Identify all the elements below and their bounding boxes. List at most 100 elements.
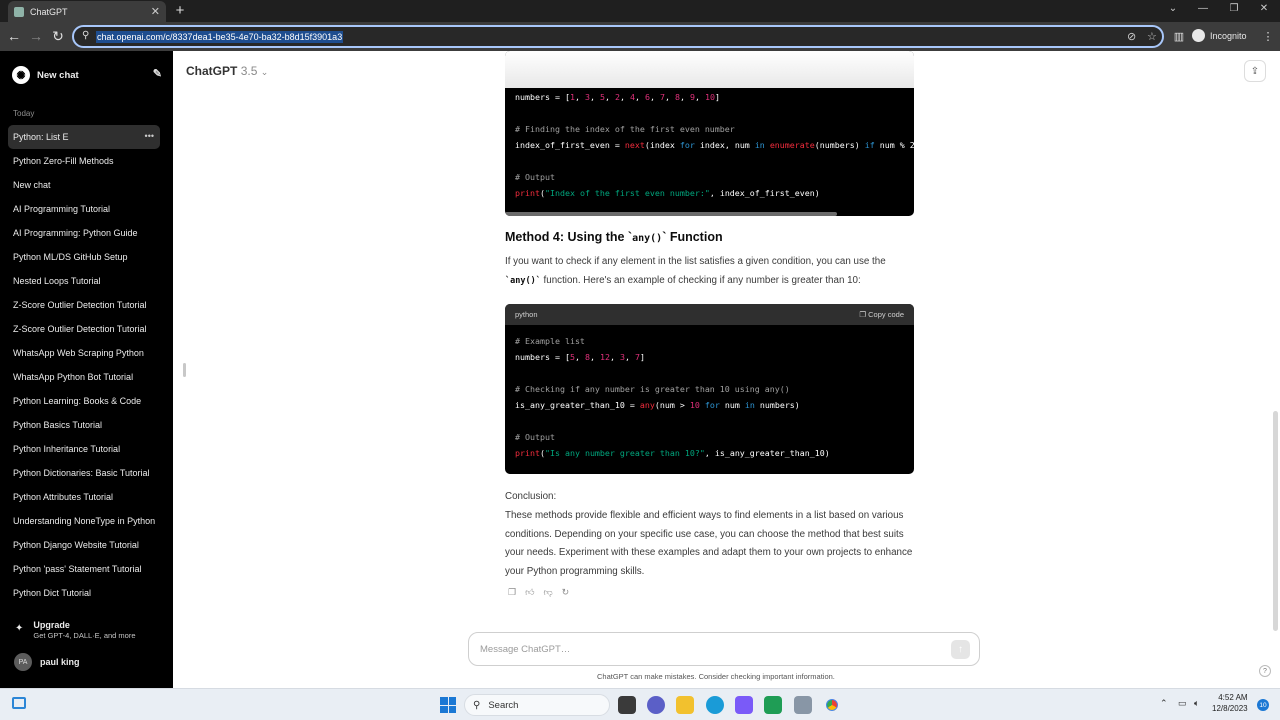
message-input[interactable]: Message ChatGPT…	[480, 644, 570, 655]
sidebar-item[interactable]: WhatsApp Web Scraping Python	[8, 341, 160, 365]
sidebar-item-active[interactable]: Python: List E •••	[8, 125, 160, 149]
message-composer[interactable]: Message ChatGPT… ↑	[468, 632, 980, 666]
network-app-icon[interactable]	[794, 696, 812, 714]
sidebar-item[interactable]: Python ML/DS GitHub Setup	[8, 245, 160, 269]
share-icon[interactable]: ⇪	[1244, 60, 1266, 82]
sidebar-item-label: Z-Score Outlier Detection Tutorial	[13, 324, 147, 334]
sidebar-item[interactable]: Python Dictionaries: Basic Tutorial	[8, 461, 160, 485]
address-bar[interactable]: ⚲ chat.openai.com/c/8337dea1-be35-4e70-b…	[72, 25, 1164, 48]
sidebar-item-label: AI Programming: Python Guide	[13, 228, 138, 238]
sidebar-item[interactable]: Understanding NoneType in Python	[8, 509, 160, 533]
heading-suffix: ` Function	[662, 230, 723, 244]
bookmark-star-icon[interactable]: ☆	[1147, 30, 1157, 43]
sidebar-item[interactable]: Python 'pass' Statement Tutorial	[8, 557, 160, 581]
chat-app-icon[interactable]	[647, 696, 665, 714]
disclaimer-text: ChatGPT can make mistakes. Consider chec…	[597, 672, 835, 681]
new-tab-button[interactable]: +	[172, 2, 188, 19]
upgrade-button[interactable]: ✦ Upgrade Get GPT-4, DALL·E, and more	[15, 620, 136, 640]
start-button[interactable]	[440, 697, 456, 713]
send-button[interactable]: ↑	[951, 640, 970, 659]
chatgpt-favicon-icon	[14, 6, 24, 17]
sidebar-item[interactable]: Z-Score Outlier Detection Tutorial	[8, 317, 160, 341]
chevron-down-icon: ⌄	[260, 67, 269, 77]
sidebar-item[interactable]: WhatsApp Python Bot Tutorial	[8, 365, 160, 389]
browser-tab[interactable]: ChatGPT ✕	[8, 1, 166, 22]
sidebar-item[interactable]: Python Basics Tutorial	[8, 413, 160, 437]
sparkle-icon: ✦	[15, 623, 24, 634]
taskbar-search[interactable]: ⚲ Search	[464, 694, 610, 716]
thumbs-up-icon[interactable]: 👍︎	[525, 587, 534, 598]
upgrade-subtitle: Get GPT-4, DALL·E, and more	[33, 631, 136, 640]
method4-description: If you want to check if any element in t…	[505, 253, 917, 290]
tray-chevron-icon[interactable]: ⌃	[1160, 698, 1168, 709]
browser-menu-icon[interactable]: ⋮	[1260, 30, 1276, 43]
app-icon[interactable]	[735, 696, 753, 714]
code-language: python	[515, 310, 538, 319]
close-tab-icon[interactable]: ✕	[151, 5, 160, 18]
code-block-any: python ❐ Copy code # Example list number…	[505, 304, 914, 474]
sidebar-item[interactable]: AI Programming Tutorial	[8, 197, 160, 221]
thumbs-down-icon[interactable]: 👎︎	[543, 587, 552, 598]
more-options-icon[interactable]: •••	[145, 131, 154, 141]
sidebar-item[interactable]: Python Attributes Tutorial	[8, 485, 160, 509]
sidebar-item[interactable]: Z-Score Outlier Detection Tutorial	[8, 293, 160, 317]
tab-search-icon[interactable]: ⌄	[1166, 3, 1180, 14]
sidebar-item[interactable]: AI Programming: Python Guide	[8, 221, 160, 245]
copy-code-button[interactable]: ❐ Copy code	[859, 310, 904, 319]
side-panel-icon[interactable]: ▥	[1171, 30, 1187, 43]
para-text-b: function. Here's an example of checking …	[540, 274, 861, 286]
sidebar-item[interactable]: Python Dict Tutorial	[8, 581, 160, 605]
horizontal-scrollbar[interactable]	[505, 212, 837, 216]
sidebar-item-label: Z-Score Outlier Detection Tutorial	[13, 300, 147, 310]
sidebar-item[interactable]: Python Learning: Books & Code	[8, 389, 160, 413]
model-selector[interactable]: ChatGPT 3.5 ⌄	[186, 64, 268, 78]
site-info-icon[interactable]: ⚲	[82, 30, 89, 41]
minimize-button[interactable]: —	[1196, 3, 1210, 14]
code-content: numbers = [1, 3, 5, 2, 4, 6, 7, 8, 9, 10…	[515, 92, 914, 198]
sidebar-item[interactable]: Nested Loops Tutorial	[8, 269, 160, 293]
tab-title: ChatGPT	[30, 6, 68, 17]
sidebar-item-label: Python Basics Tutorial	[13, 420, 103, 430]
sidebar-item-label: Python Zero-Fill Methods	[13, 156, 114, 166]
taskbar-clock[interactable]: 4:52 AM 12/8/2023	[1212, 692, 1248, 714]
task-view-icon[interactable]	[618, 696, 636, 714]
forward-icon[interactable]: →	[28, 28, 44, 44]
new-chat-button[interactable]: ✺ New chat ✎	[12, 65, 162, 85]
file-explorer-icon[interactable]	[676, 696, 694, 714]
openai-logo-icon: ✺	[12, 66, 30, 84]
conclusion-label: Conclusion:	[505, 491, 557, 502]
model-name: ChatGPT	[186, 64, 238, 78]
sidebar-resize-handle[interactable]	[183, 363, 186, 377]
sidebar-item[interactable]: Python Django Website Tutorial	[8, 533, 160, 557]
incognito-icon	[1192, 29, 1205, 42]
maximize-button[interactable]: ❐	[1227, 3, 1241, 14]
regenerate-icon[interactable]: ↻	[562, 587, 570, 598]
sidebar-item[interactable]: New chat	[8, 173, 160, 197]
network-icon[interactable]: ▭	[1178, 698, 1187, 709]
close-window-button[interactable]: ✕	[1257, 3, 1271, 14]
sidebar-item-label: Python Dictionaries: Basic Tutorial	[13, 468, 150, 478]
chrome-icon[interactable]	[823, 696, 841, 714]
spreadsheet-app-icon[interactable]	[764, 696, 782, 714]
edge-icon[interactable]	[706, 696, 724, 714]
sidebar-item-label: Nested Loops Tutorial	[13, 276, 101, 286]
model-version: 3.5	[240, 64, 258, 78]
new-chat-label: New chat	[37, 69, 79, 81]
widgets-icon[interactable]	[12, 697, 26, 709]
user-menu[interactable]: PA paul king	[14, 653, 80, 671]
sidebar-item[interactable]: Python Zero-Fill Methods	[8, 149, 160, 173]
edit-icon[interactable]: ✎	[153, 67, 162, 80]
incognito-eye-icon[interactable]: ⊘	[1127, 30, 1136, 43]
vertical-scrollbar[interactable]	[1273, 411, 1278, 631]
reload-icon[interactable]: ↻	[50, 28, 66, 45]
back-icon[interactable]: ←	[6, 28, 22, 44]
sidebar-item[interactable]: Python Inheritance Tutorial	[8, 437, 160, 461]
incognito-indicator[interactable]: Incognito	[1192, 29, 1247, 42]
sidebar-item-label: Python Learning: Books & Code	[13, 396, 142, 406]
help-icon[interactable]: ?	[1259, 665, 1271, 677]
notification-badge[interactable]: 10	[1257, 699, 1269, 711]
section-today: Today	[13, 109, 35, 118]
volume-icon[interactable]: 🔈︎	[1194, 698, 1199, 709]
copy-icon[interactable]: ❐	[508, 587, 516, 598]
sidebar-item-label: Python 'pass' Statement Tutorial	[13, 564, 142, 574]
